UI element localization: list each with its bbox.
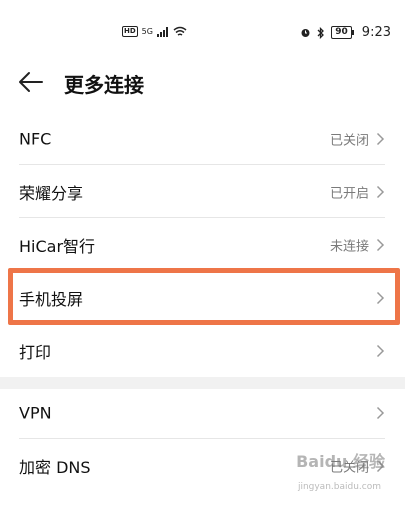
- setting-row-screen-projection[interactable]: 手机投屏: [0, 271, 405, 324]
- setting-label: HiCar智行: [19, 236, 96, 256]
- setting-label: 手机投屏: [19, 289, 84, 309]
- bluetooth-icon: [317, 26, 325, 39]
- setting-label: 加密 DNS: [19, 457, 91, 477]
- signal-icon: [156, 26, 168, 37]
- setting-label: NFC: [19, 129, 52, 148]
- battery-indicator: 90: [331, 26, 354, 39]
- chevron-right-icon: [376, 132, 385, 145]
- chevron-right-icon: [376, 406, 385, 419]
- setting-label: 打印: [19, 342, 52, 362]
- setting-label: 荣耀分享: [19, 183, 84, 203]
- setting-row-print[interactable]: 打印: [0, 324, 405, 377]
- baidu-watermark: Baidu 经验: [296, 452, 385, 471]
- watermark-url: jingyan.baidu.com: [297, 482, 381, 492]
- setting-value: 已开启: [329, 186, 369, 201]
- page-header: 更多连接: [0, 58, 405, 108]
- chevron-right-icon: [376, 344, 385, 357]
- chevron-right-icon: [376, 291, 385, 304]
- status-bar: HD 5G 90 9:23: [0, 0, 405, 58]
- setting-row-hicar[interactable]: HiCar智行 未连接: [0, 218, 405, 271]
- network-indicators: HD 5G: [122, 26, 187, 37]
- setting-row-vpn[interactable]: VPN: [0, 386, 405, 439]
- back-arrow-icon[interactable]: [16, 68, 46, 96]
- network-type-label: 5G: [141, 27, 153, 36]
- page-title: 更多连接: [64, 73, 144, 97]
- system-indicators: 90 9:23: [300, 25, 391, 40]
- clock-time: 9:23: [361, 25, 391, 40]
- setting-value: 已关闭: [329, 133, 369, 148]
- setting-row-nfc[interactable]: NFC 已关闭: [0, 112, 405, 165]
- setting-row-honor-share[interactable]: 荣耀分享 已开启: [0, 165, 405, 218]
- setting-value: 未连接: [329, 239, 369, 254]
- setting-label: VPN: [19, 403, 52, 422]
- wifi-icon: [173, 26, 187, 36]
- chevron-right-icon: [376, 185, 385, 198]
- chevron-right-icon: [376, 238, 385, 251]
- alarm-icon: [301, 29, 310, 37]
- hd-badge: HD: [122, 26, 138, 37]
